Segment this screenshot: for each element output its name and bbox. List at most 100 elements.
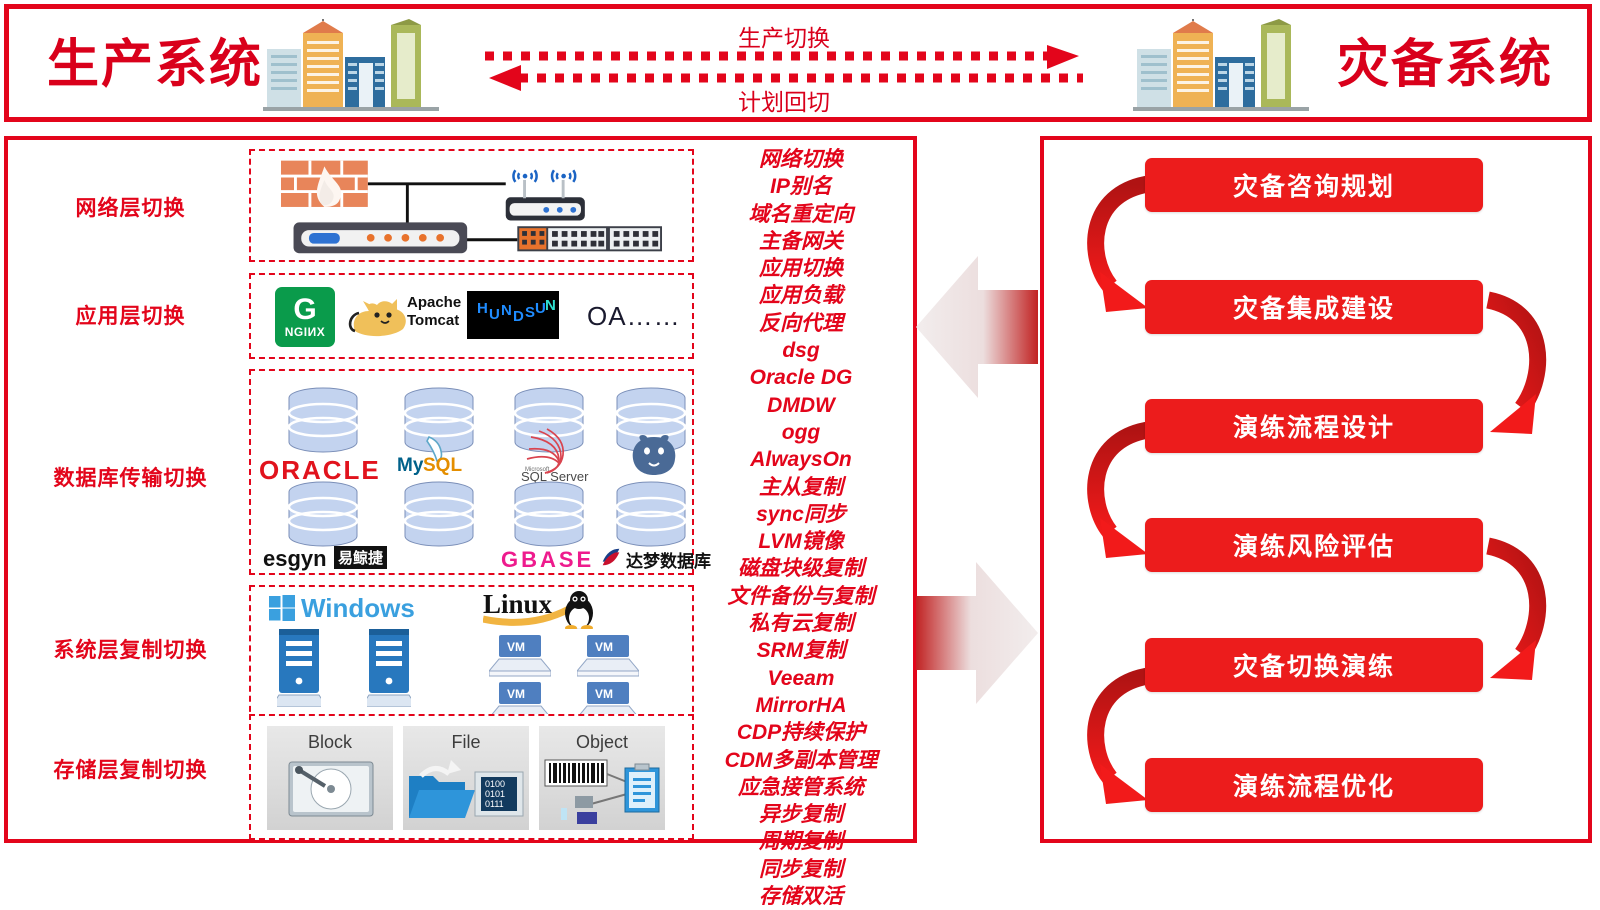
windows-logo-icon — [269, 595, 295, 621]
tech-item: SRM复制 — [756, 639, 846, 663]
left-pointing-arrow-icon — [916, 252, 1038, 402]
block-storage-card: Block — [267, 726, 393, 830]
dameng-mark-icon — [602, 548, 620, 566]
arrow-bottom-label: 计划回切 — [738, 89, 830, 115]
svg-text:VM: VM — [507, 640, 525, 654]
tech-item: Oracle DG — [749, 366, 853, 390]
svg-text:U: U — [489, 306, 500, 323]
tech-item: 文件备份与复制 — [727, 584, 875, 608]
step-box-5[interactable]: 灾备切换演练 — [1145, 638, 1483, 692]
tech-item: 网络切换 — [759, 148, 843, 171]
step-box-2[interactable]: 灾备集成建设 — [1145, 280, 1483, 334]
svg-text:N: N — [545, 297, 556, 314]
process-flow-arrows — [1087, 175, 1547, 804]
tech-item: 域名重定向 — [748, 202, 854, 226]
svg-text:H: H — [477, 300, 488, 317]
tech-item: 反向代理 — [759, 311, 843, 335]
tech-item: CDM多副本管理 — [724, 748, 878, 772]
sqlserver-logo: Microsoft SQL Server — [509, 427, 615, 484]
city-buildings-icon-right — [1129, 19, 1319, 115]
linux-logo-text: Linux — [483, 589, 553, 619]
header-banner: 生产系统 生产切换 计划回切 灾备系统 — [4, 4, 1592, 122]
tech-item: 存储双活 — [759, 885, 843, 909]
tech-item: 应用切换 — [759, 257, 843, 281]
tech-item: 应用负载 — [759, 284, 843, 308]
step-box-6[interactable]: 演练流程优化 — [1145, 758, 1483, 812]
apache-tomcat-logo: Apache Tomcat — [347, 291, 467, 343]
svg-text:N: N — [501, 302, 512, 319]
tech-item: 私有云复制 — [748, 612, 854, 636]
row-label-system: 系统层复制切换 — [53, 639, 208, 662]
row-label-network: 网络层切换 — [75, 197, 186, 220]
tech-item: dsg — [782, 339, 820, 363]
hundsun-logo: HUN DSU N — [467, 291, 559, 339]
city-buildings-icon-left — [259, 19, 449, 115]
oa-label: OA…… — [587, 301, 681, 331]
tech-item: CDP持续保护 — [736, 721, 866, 745]
nginx-logo-text: NGIИX — [284, 325, 326, 339]
esgyn-logo: esgyn 易鲸捷 — [263, 546, 388, 571]
step-box-1[interactable]: 灾备咨询规划 — [1145, 158, 1483, 212]
svg-text:SQL: SQL — [423, 455, 462, 476]
switch-arrows: 生产切换 计划回切 — [479, 21, 1089, 115]
vm-icon: VM — [487, 635, 553, 677]
svg-text:VM: VM — [595, 687, 613, 701]
tech-item: Veeam — [767, 666, 835, 690]
tech-item: 异步复制 — [759, 803, 843, 827]
tech-item: AlwaysOn — [750, 448, 852, 472]
esgyn-logo-text: esgyn — [263, 546, 327, 571]
object-barcode-icon — [544, 759, 660, 824]
svg-text:0101: 0101 — [485, 789, 505, 799]
tech-item: 应急接管系统 — [738, 775, 864, 799]
right-panel: 灾备咨询规划 灾备集成建设 演练流程设计 演练风险评估 灾备切换演练 演练流程优… — [1040, 136, 1592, 843]
tech-item: sync同步 — [756, 502, 846, 526]
dr-system-title: 灾备系统 — [1336, 36, 1553, 94]
tomcat-logo-line2: Tomcat — [407, 312, 460, 329]
database-cylinder-icon — [513, 481, 585, 547]
tech-item: 同步复制 — [759, 857, 843, 881]
windows-logo-text: Windows — [301, 593, 415, 623]
svg-text:D: D — [513, 308, 524, 325]
production-system-title: 生产系统 — [47, 36, 264, 94]
database-cylinder-icon — [287, 481, 359, 547]
file-storage-label: File — [451, 732, 481, 752]
vm-icon: VM — [575, 635, 641, 677]
nginx-mark-icon: G — [293, 293, 317, 326]
network-illustration-box — [249, 149, 694, 262]
network-topology-icon — [280, 160, 663, 254]
tech-item: DMDW — [767, 393, 835, 417]
mysql-logo: My SQL — [397, 431, 489, 477]
file-folder-icon: 010001010111 — [409, 760, 524, 818]
server-icon — [360, 629, 418, 708]
postgresql-logo — [627, 433, 681, 477]
svg-text:0111: 0111 — [485, 799, 504, 809]
application-illustration-box: G NGIИX Apache Tomcat HUN D S U N OA…… — [249, 273, 694, 359]
svg-text:VM: VM — [595, 640, 613, 654]
database-illustration-box: ORACLE My SQL Microsoft SQL Server esgyn… — [249, 369, 711, 575]
object-storage-card: Object — [539, 726, 665, 830]
step-box-4[interactable]: 演练风险评估 — [1145, 518, 1483, 572]
database-cylinder-icon — [403, 481, 475, 547]
tech-item: LVM镜像 — [758, 530, 844, 554]
server-icon — [270, 629, 328, 708]
storage-illustration-box: Block File 0100 0101 0111 Object — [249, 714, 694, 840]
svg-text:S: S — [525, 304, 535, 321]
tech-item: IP别名 — [770, 175, 832, 199]
block-storage-label: Block — [307, 732, 352, 752]
database-cylinder-icon — [287, 387, 359, 453]
switch-technology-list: 网络切换 IP别名 域名重定向 主备网关 应用切换 应用负载 反向代理 dsg … — [690, 146, 912, 910]
database-cylinder-icon — [615, 481, 687, 547]
tech-item: 主从复制 — [759, 475, 843, 499]
gbase-logo: GBASE — [501, 547, 595, 572]
dameng-logo: 达梦数据库 — [599, 543, 711, 571]
row-label-database: 数据库传输切换 — [53, 467, 208, 490]
file-storage-card: File 0100 0101 0111 — [403, 726, 529, 830]
row-label-storage: 存储层复制切换 — [53, 759, 208, 782]
svg-text:VM: VM — [507, 687, 525, 701]
row-label-application: 应用层切换 — [75, 305, 186, 328]
tech-item: ogg — [781, 420, 821, 444]
tech-item: MirrorHA — [755, 693, 847, 717]
step-box-3[interactable]: 演练流程设计 — [1145, 399, 1483, 453]
disk-drive-icon — [288, 761, 374, 817]
tech-item: 磁盘块级复制 — [738, 557, 864, 581]
